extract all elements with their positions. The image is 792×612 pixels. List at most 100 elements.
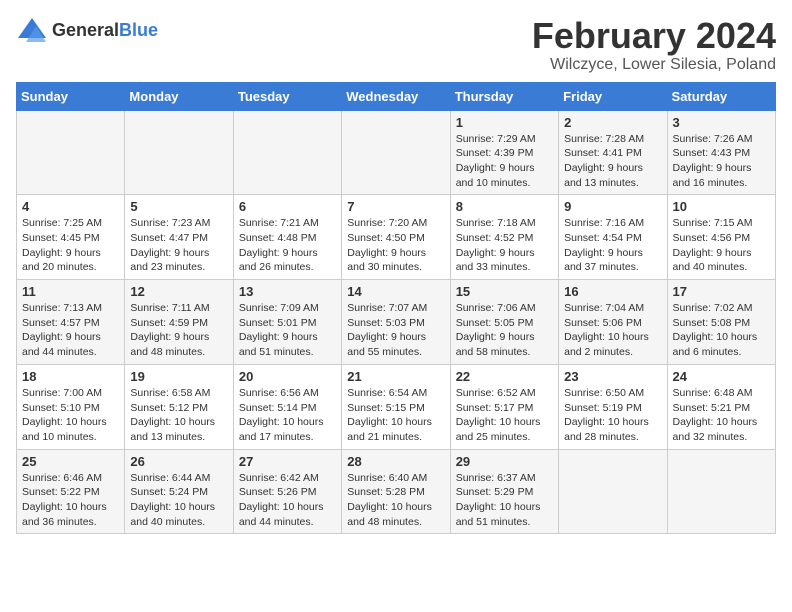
day-number: 16 — [564, 284, 661, 299]
day-number: 17 — [673, 284, 770, 299]
calendar-cell: 21 Sunrise: 6:54 AM Sunset: 5:15 PM Dayli… — [342, 364, 450, 449]
calendar-cell: 29Sunrise: 6:37 AM Sunset: 5:29 PM Dayli… — [450, 449, 558, 534]
calendar-cell: 4 Sunrise: 7:25 AM Sunset: 4:45 PM Daylig… — [17, 195, 125, 280]
calendar-cell: 7 Sunrise: 7:20 AM Sunset: 4:50 PM Daylig… — [342, 195, 450, 280]
calendar-cell — [667, 449, 775, 534]
day-info: Sunrise: 6:50 AM Sunset: 5:19 PM Dayligh… — [564, 386, 661, 445]
weekday-header: Wednesday — [342, 82, 450, 110]
day-info: Sunrise: 7:06 AM Sunset: 5:05 PM Dayligh… — [456, 301, 553, 360]
day-number: 20 — [239, 369, 336, 384]
day-number: 23 — [564, 369, 661, 384]
day-number: 9 — [564, 199, 661, 214]
calendar-cell: 19Sunrise: 6:58 AM Sunset: 5:12 PM Dayli… — [125, 364, 233, 449]
weekday-header-row: SundayMondayTuesdayWednesdayThursdayFrid… — [17, 82, 776, 110]
calendar-cell: 17 Sunrise: 7:02 AM Sunset: 5:08 PM Dayli… — [667, 280, 775, 365]
title-area: February 2024 Wilczyce, Lower Silesia, P… — [532, 16, 776, 74]
calendar-cell: 15 Sunrise: 7:06 AM Sunset: 5:05 PM Dayli… — [450, 280, 558, 365]
calendar-cell: 12 Sunrise: 7:11 AM Sunset: 4:59 PM Dayli… — [125, 280, 233, 365]
week-row: 4 Sunrise: 7:25 AM Sunset: 4:45 PM Daylig… — [17, 195, 776, 280]
day-info: Sunrise: 7:11 AM Sunset: 4:59 PM Dayligh… — [130, 301, 227, 360]
calendar-cell: 24 Sunrise: 6:48 AM Sunset: 5:21 PM Dayli… — [667, 364, 775, 449]
weekday-header: Tuesday — [233, 82, 341, 110]
weekday-header: Thursday — [450, 82, 558, 110]
calendar-cell: 13 Sunrise: 7:09 AM Sunset: 5:01 PM Dayli… — [233, 280, 341, 365]
calendar-cell: 22 Sunrise: 6:52 AM Sunset: 5:17 PM Dayli… — [450, 364, 558, 449]
day-info: Sunrise: 7:25 AM Sunset: 4:45 PM Dayligh… — [22, 216, 119, 275]
calendar-cell: 20 Sunrise: 6:56 AM Sunset: 5:14 PM Dayli… — [233, 364, 341, 449]
day-number: 14 — [347, 284, 444, 299]
day-info: Sunrise: 7:26 AM Sunset: 4:43 PM Dayligh… — [673, 132, 770, 191]
calendar-cell — [125, 110, 233, 195]
location-title: Wilczyce, Lower Silesia, Poland — [532, 56, 776, 74]
calendar-cell: 9 Sunrise: 7:16 AM Sunset: 4:54 PM Daylig… — [559, 195, 667, 280]
day-number: 4 — [22, 199, 119, 214]
day-info: Sunrise: 7:15 AM Sunset: 4:56 PM Dayligh… — [673, 216, 770, 275]
page-header: GeneralBlue February 2024 Wilczyce, Lowe… — [16, 16, 776, 74]
day-number: 15 — [456, 284, 553, 299]
day-info: Sunrise: 6:56 AM Sunset: 5:14 PM Dayligh… — [239, 386, 336, 445]
day-number: 7 — [347, 199, 444, 214]
day-info: Sunrise: 7:09 AM Sunset: 5:01 PM Dayligh… — [239, 301, 336, 360]
weekday-header: Friday — [559, 82, 667, 110]
day-number: 26 — [130, 454, 227, 469]
logo: GeneralBlue — [16, 16, 158, 44]
calendar-cell — [342, 110, 450, 195]
calendar-cell: 10 Sunrise: 7:15 AM Sunset: 4:56 PM Dayli… — [667, 195, 775, 280]
calendar-cell: 8Sunrise: 7:18 AM Sunset: 4:52 PM Daylig… — [450, 195, 558, 280]
day-number: 2 — [564, 115, 661, 130]
day-number: 18 — [22, 369, 119, 384]
day-info: Sunrise: 7:29 AM Sunset: 4:39 PM Dayligh… — [456, 132, 553, 191]
day-info: Sunrise: 7:07 AM Sunset: 5:03 PM Dayligh… — [347, 301, 444, 360]
day-info: Sunrise: 7:00 AM Sunset: 5:10 PM Dayligh… — [22, 386, 119, 445]
day-info: Sunrise: 6:42 AM Sunset: 5:26 PM Dayligh… — [239, 471, 336, 530]
calendar-cell: 11 Sunrise: 7:13 AM Sunset: 4:57 PM Dayli… — [17, 280, 125, 365]
day-info: Sunrise: 7:21 AM Sunset: 4:48 PM Dayligh… — [239, 216, 336, 275]
calendar-cell: 23 Sunrise: 6:50 AM Sunset: 5:19 PM Dayli… — [559, 364, 667, 449]
day-info: Sunrise: 7:13 AM Sunset: 4:57 PM Dayligh… — [22, 301, 119, 360]
day-info: Sunrise: 7:28 AM Sunset: 4:41 PM Dayligh… — [564, 132, 661, 191]
day-info: Sunrise: 6:54 AM Sunset: 5:15 PM Dayligh… — [347, 386, 444, 445]
day-info: Sunrise: 6:52 AM Sunset: 5:17 PM Dayligh… — [456, 386, 553, 445]
day-number: 27 — [239, 454, 336, 469]
weekday-header: Monday — [125, 82, 233, 110]
calendar-cell: 14 Sunrise: 7:07 AM Sunset: 5:03 PM Dayli… — [342, 280, 450, 365]
day-number: 25 — [22, 454, 119, 469]
day-number: 29 — [456, 454, 553, 469]
day-number: 21 — [347, 369, 444, 384]
calendar-cell: 26 Sunrise: 6:44 AM Sunset: 5:24 PM Dayli… — [125, 449, 233, 534]
calendar-cell: 27 Sunrise: 6:42 AM Sunset: 5:26 PM Dayli… — [233, 449, 341, 534]
day-number: 10 — [673, 199, 770, 214]
day-number: 3 — [673, 115, 770, 130]
day-info: Sunrise: 7:04 AM Sunset: 5:06 PM Dayligh… — [564, 301, 661, 360]
calendar-cell: 2 Sunrise: 7:28 AM Sunset: 4:41 PM Daylig… — [559, 110, 667, 195]
day-info: Sunrise: 6:40 AM Sunset: 5:28 PM Dayligh… — [347, 471, 444, 530]
calendar-cell — [233, 110, 341, 195]
day-info: Sunrise: 7:20 AM Sunset: 4:50 PM Dayligh… — [347, 216, 444, 275]
day-number: 28 — [347, 454, 444, 469]
week-row: 11 Sunrise: 7:13 AM Sunset: 4:57 PM Dayli… — [17, 280, 776, 365]
day-number: 22 — [456, 369, 553, 384]
day-info: Sunrise: 6:48 AM Sunset: 5:21 PM Dayligh… — [673, 386, 770, 445]
day-info: Sunrise: 7:18 AM Sunset: 4:52 PM Dayligh… — [456, 216, 553, 275]
week-row: 18 Sunrise: 7:00 AM Sunset: 5:10 PM Dayli… — [17, 364, 776, 449]
calendar-cell: 1Sunrise: 7:29 AM Sunset: 4:39 PM Daylig… — [450, 110, 558, 195]
day-number: 13 — [239, 284, 336, 299]
logo-icon — [16, 16, 48, 44]
weekday-header: Sunday — [17, 82, 125, 110]
day-info: Sunrise: 6:58 AM Sunset: 5:12 PM Dayligh… — [130, 386, 227, 445]
day-info: Sunrise: 6:46 AM Sunset: 5:22 PM Dayligh… — [22, 471, 119, 530]
day-number: 12 — [130, 284, 227, 299]
day-number: 24 — [673, 369, 770, 384]
week-row: 1Sunrise: 7:29 AM Sunset: 4:39 PM Daylig… — [17, 110, 776, 195]
calendar-cell: 6 Sunrise: 7:21 AM Sunset: 4:48 PM Daylig… — [233, 195, 341, 280]
logo-text-blue: Blue — [119, 20, 158, 40]
calendar-cell: 18 Sunrise: 7:00 AM Sunset: 5:10 PM Dayli… — [17, 364, 125, 449]
day-number: 6 — [239, 199, 336, 214]
day-info: Sunrise: 6:44 AM Sunset: 5:24 PM Dayligh… — [130, 471, 227, 530]
day-info: Sunrise: 7:16 AM Sunset: 4:54 PM Dayligh… — [564, 216, 661, 275]
day-info: Sunrise: 7:02 AM Sunset: 5:08 PM Dayligh… — [673, 301, 770, 360]
day-number: 5 — [130, 199, 227, 214]
calendar-cell: 5Sunrise: 7:23 AM Sunset: 4:47 PM Daylig… — [125, 195, 233, 280]
calendar-cell: 25 Sunrise: 6:46 AM Sunset: 5:22 PM Dayli… — [17, 449, 125, 534]
day-number: 11 — [22, 284, 119, 299]
